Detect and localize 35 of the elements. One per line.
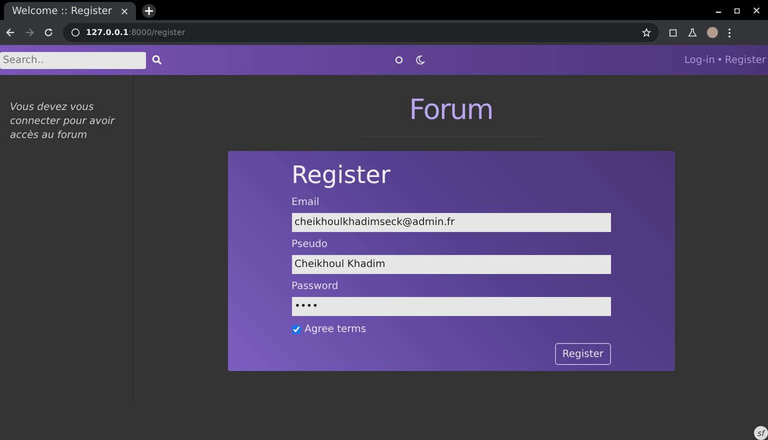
- field-label: Password: [292, 281, 340, 292]
- nav-link[interactable]: Log-in: [684, 54, 715, 66]
- new-tab-button[interactable]: [142, 4, 156, 18]
- forward-arrow-icon[interactable]: [25, 28, 34, 37]
- restore-icon[interactable]: [734, 6, 741, 14]
- moon-icon[interactable]: [415, 55, 425, 65]
- checkbox-label: Agree terms: [304, 324, 366, 335]
- reload-icon[interactable]: [44, 28, 53, 37]
- login-notice: Vous devez vous connecter pour avoir accès au forum: [10, 101, 116, 143]
- back-arrow-icon[interactable]: [6, 28, 15, 37]
- search-field[interactable]: Search..: [0, 52, 146, 68]
- input-field[interactable]: Cheikhoul Khadim: [292, 255, 610, 274]
- tab-title: Welcome :: Register: [12, 6, 112, 16]
- debug-toolbar-badge[interactable]: sf: [754, 426, 768, 440]
- field-label: Email: [292, 197, 320, 208]
- form-title: Register: [292, 161, 392, 189]
- close-icon[interactable]: [121, 8, 128, 14]
- plus-icon: [145, 7, 153, 15]
- browser-tab[interactable]: Welcome :: Register: [4, 2, 136, 20]
- register-button[interactable]: Register: [555, 343, 610, 365]
- url-text: 127.0.0.1:8000/register: [86, 28, 186, 37]
- agree-checkbox[interactable]: [292, 325, 300, 334]
- input-field[interactable]: ••••: [292, 297, 610, 316]
- star-icon[interactable]: [642, 28, 651, 37]
- nav-link[interactable]: Register: [724, 54, 766, 66]
- field-label: Pseudo: [292, 239, 329, 250]
- close-icon[interactable]: [753, 6, 760, 14]
- search-icon[interactable]: [152, 55, 162, 65]
- avatar-icon[interactable]: [707, 27, 718, 38]
- flask-icon[interactable]: [688, 28, 697, 37]
- address-bar[interactable]: 127.0.0.1:8000/register: [63, 23, 659, 42]
- logo: Forum: [361, 93, 541, 137]
- more-icon[interactable]: [728, 28, 731, 38]
- input-field[interactable]: cheikhoulkhadimseck@admin.fr: [292, 213, 610, 232]
- separator-dot: •: [716, 54, 723, 66]
